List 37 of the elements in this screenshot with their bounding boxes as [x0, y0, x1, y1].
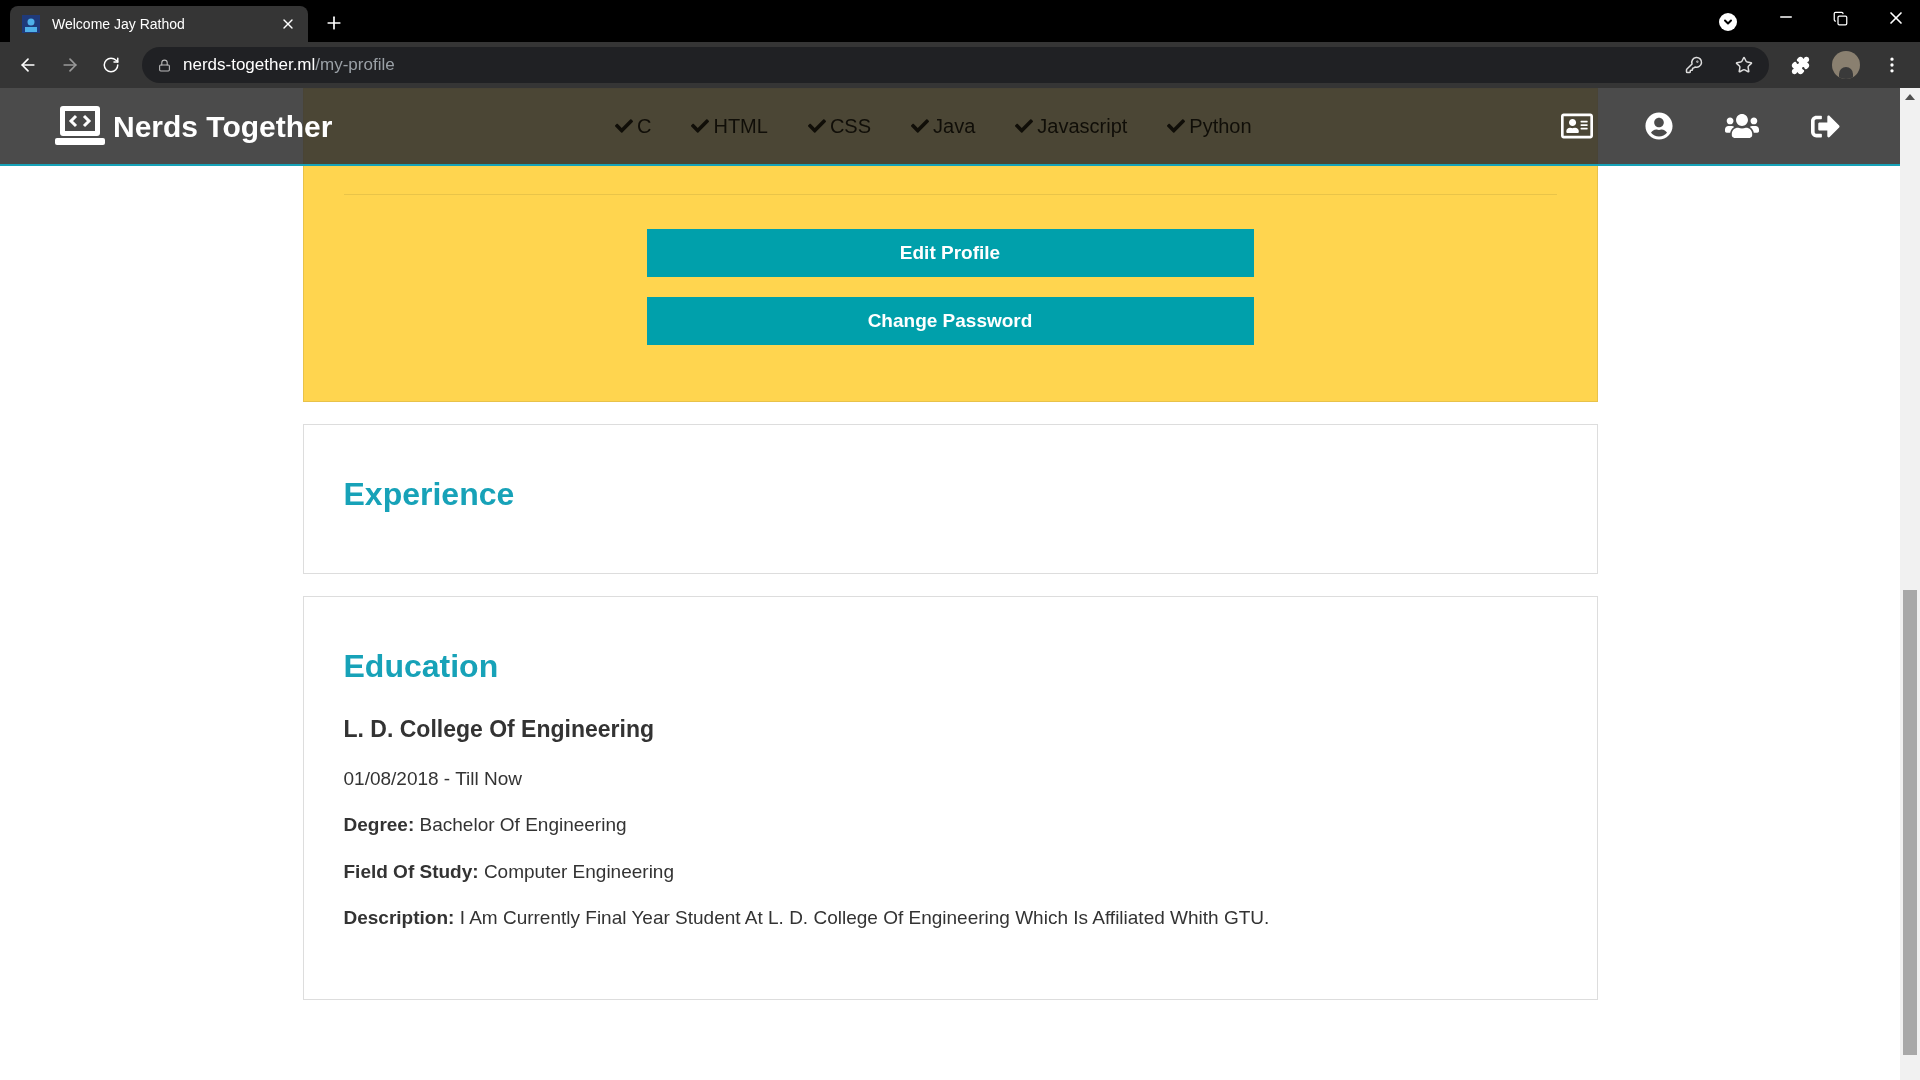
skill-item: HTML: [713, 114, 768, 139]
scroll-up-icon[interactable]: [1905, 94, 1915, 100]
skill-item: CSS: [829, 114, 872, 139]
scroll-thumb[interactable]: [1903, 590, 1917, 1055]
key-icon[interactable]: [1685, 56, 1703, 74]
section-heading: Experience: [343, 475, 516, 514]
education-detail: Description: I Am Currently Final Year Student At L. D. College Of Engineering Which Is Affiliated Whith GTU.: [343, 906, 1271, 930]
education-detail: Field Of Study: Computer Engineering: [343, 859, 675, 884]
institution-name: L. D. College Of Engineering: [343, 715, 656, 744]
check-icon: [807, 117, 826, 135]
skill-item: C: [637, 114, 652, 139]
avatar-icon[interactable]: [1832, 51, 1860, 79]
check-icon: [1167, 117, 1186, 135]
check-icon: [911, 117, 930, 135]
check-icon: [691, 117, 710, 135]
laptop-code-icon: [55, 105, 105, 147]
url-text: nerds-together.ml/my-profile: [183, 54, 395, 77]
education-detail: Degree: Bachelor Of Engineering: [343, 813, 628, 837]
extensions-icon[interactable]: [1791, 55, 1810, 75]
restore-icon[interactable]: [1833, 11, 1848, 26]
skill-item: Javascript: [1037, 114, 1128, 139]
address-bar[interactable]: nerds-together.ml/my-profile: [142, 47, 1769, 83]
lock-icon: [158, 58, 171, 72]
tab-favicon-icon: [22, 15, 40, 33]
check-icon: [615, 117, 633, 135]
section-heading: Education: [343, 647, 500, 686]
reload-icon[interactable]: [102, 56, 120, 74]
tab-title: Welcome Jay Rathod: [52, 14, 186, 34]
user-icon[interactable]: [1645, 112, 1673, 140]
bookmark-star-icon[interactable]: [1735, 56, 1753, 74]
browser-tab[interactable]: Welcome Jay Rathod: [10, 6, 308, 42]
skill-item: Python: [1189, 114, 1252, 139]
check-icon: [1015, 117, 1034, 135]
skill-item: Java: [933, 114, 976, 139]
date-range: 01/08/2018 - Till Now: [343, 766, 523, 791]
brand-name[interactable]: Nerds Together: [113, 103, 333, 149]
profile-menu-icon[interactable]: [1719, 13, 1737, 31]
